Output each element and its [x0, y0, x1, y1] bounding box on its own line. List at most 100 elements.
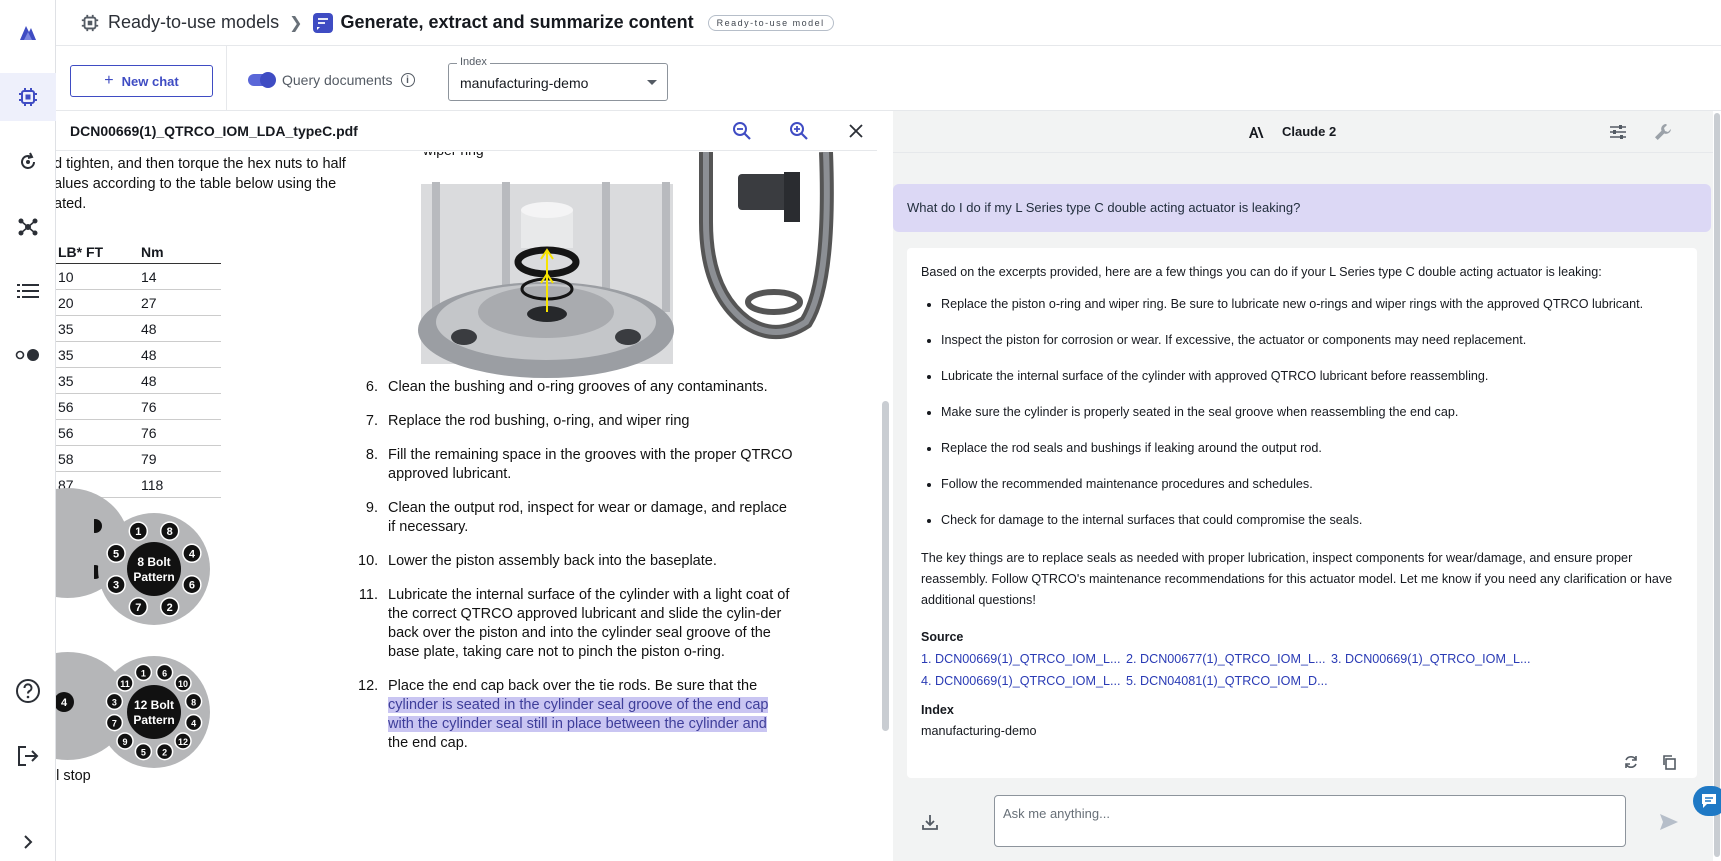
table-row: 35 48: [56, 316, 221, 342]
answer-bullet: Follow the recommended maintenance proce…: [941, 476, 1683, 493]
pdf-viewer: DCN00669(1)_QTRCO_IOM_LDA_typeC.pdf d ti…: [56, 111, 890, 861]
step-item: 9. Clean the output rod, inspect for wear…: [358, 499, 798, 537]
zoom-in-icon[interactable]: [789, 121, 809, 141]
answer-intro: Based on the excerpts provided, here are…: [921, 265, 1602, 279]
app-logo-icon[interactable]: [0, 8, 56, 56]
feedback-button[interactable]: [1693, 786, 1721, 816]
table-cell: 20: [58, 294, 74, 311]
divider: [226, 46, 227, 111]
answer-bullets: Replace the piston o-ring and wiper ring…: [941, 296, 1683, 529]
answer-summary: The key things are to replace seals as n…: [921, 551, 1673, 607]
refresh-icon[interactable]: [0, 138, 56, 186]
send-icon[interactable]: [1659, 813, 1679, 831]
pdf-page[interactable]: d tighten, and then torque the hex nuts …: [56, 152, 877, 861]
source-link[interactable]: 1. DCN00669(1)_QTRCO_IOM_L...: [921, 651, 1126, 668]
chat-input[interactable]: Ask me anything...: [994, 795, 1626, 847]
table-cell: 14: [141, 268, 157, 285]
assistant-answer-card: Based on the excerpts provided, here are…: [907, 248, 1697, 778]
network-icon[interactable]: [0, 203, 56, 251]
chat-model-icon: [312, 12, 333, 33]
table-cell: 35: [58, 346, 74, 363]
close-icon[interactable]: [848, 123, 864, 139]
steps-list: 6. Clean the bushing and o-ring grooves o…: [358, 378, 798, 662]
scrollbar-thumb[interactable]: [882, 401, 889, 731]
plus-icon: +: [104, 72, 114, 89]
column-header: Nm: [141, 243, 164, 260]
bolt-number: 6: [189, 580, 195, 592]
regenerate-icon[interactable]: [1623, 754, 1639, 770]
breadcrumb-root-link[interactable]: Ready-to-use models: [108, 12, 279, 33]
bolt-dot-partial: 4: [56, 692, 74, 712]
model-name: Claude 2: [1282, 124, 1337, 139]
pdf-left-fragment: el stop: [56, 768, 91, 784]
sign-out-icon[interactable]: [0, 732, 56, 780]
answer-actions: [1623, 754, 1677, 770]
source-links: 1. DCN00669(1)_QTRCO_IOM_L... 2. DCN00677…: [921, 651, 1683, 690]
bolt-number: 7: [112, 719, 117, 729]
step-number: 6.: [365, 379, 378, 395]
bolt-pattern-12: 12 BoltPattern 1 6 108 412 2 5 97 311: [98, 656, 210, 768]
copy-icon[interactable]: [1661, 754, 1677, 770]
query-documents-toggle[interactable]: [248, 72, 276, 88]
source-link[interactable]: 4. DCN00669(1)_QTRCO_IOM_L...: [921, 673, 1126, 690]
step-number: 10.: [358, 553, 379, 569]
help-icon[interactable]: [0, 667, 56, 715]
theme-toggle-icon[interactable]: [0, 331, 56, 379]
source-link[interactable]: 5. DCN04081(1)_QTRCO_IOM_D...: [1126, 673, 1331, 690]
wrench-icon[interactable]: [1653, 122, 1673, 142]
caret-down-icon: [647, 80, 657, 85]
table-cell: 27: [141, 294, 157, 311]
step-text: Place the end cap back over the tie rods…: [388, 677, 769, 753]
table-cell: 76: [141, 424, 157, 441]
citation-highlight: cylinder is seated in the cylinder seal …: [388, 697, 769, 713]
step-number: 12.: [358, 678, 379, 694]
bolt-number: 4: [189, 548, 196, 560]
new-chat-button[interactable]: + New chat: [70, 65, 213, 97]
list-icon[interactable]: [0, 267, 56, 315]
step-item: 7. Replace the rod bushing, o-ring, and w…: [358, 412, 798, 431]
pdf-steps: 6. Clean the bushing and o-ring grooves o…: [358, 378, 798, 768]
zoom-out-icon[interactable]: [732, 121, 752, 141]
bolt-number: 4: [61, 697, 68, 709]
info-icon[interactable]: i: [400, 73, 415, 87]
chat-panel: Claude 2 What do I do if my L Series typ…: [893, 111, 1721, 861]
table-cell: 118: [141, 476, 164, 493]
pdf-scrollbar[interactable]: [880, 111, 890, 861]
source-link[interactable]: 3. DCN00669(1)_QTRCO_IOM_L...: [1331, 651, 1536, 668]
table-row: 35 48: [56, 368, 221, 394]
index-select[interactable]: Index manufacturing-demo: [448, 56, 668, 101]
bolt-center: [127, 685, 181, 739]
chat-bubble-icon: [1702, 794, 1716, 808]
table-cell: 79: [141, 450, 157, 467]
answer-bullet: Lubricate the internal surface of the cy…: [941, 368, 1683, 385]
bolt-number: 5: [141, 748, 146, 758]
chat-scrollbar[interactable]: [1713, 111, 1721, 861]
table-cell: 76: [141, 398, 157, 415]
table-cell: 35: [58, 372, 74, 389]
source-link[interactable]: 2. DCN00677(1)_QTRCO_IOM_L...: [1126, 651, 1331, 668]
model-selector[interactable]: Claude 2: [1248, 124, 1336, 139]
step-text: Clean the output rod, inspect for wear o…: [388, 500, 787, 535]
models-chip-icon[interactable]: [0, 73, 56, 121]
torque-table-body: 10 14 20 27 35 48 35 48 35 48 56 76 56 76 58 79 87 118: [56, 264, 221, 498]
bolt-number: 10: [178, 679, 188, 689]
sliders-icon[interactable]: [1609, 123, 1627, 141]
table-row: 56 76: [56, 394, 221, 420]
bolt-number: 12: [178, 737, 188, 747]
download-icon[interactable]: [921, 813, 939, 831]
scrollbar-thumb[interactable]: [1714, 113, 1720, 857]
left-rail: [0, 0, 56, 861]
citation-highlight: with the cylinder seal still in place be…: [388, 716, 767, 732]
bolt-number: 1: [141, 668, 146, 678]
expand-icon[interactable]: [0, 818, 56, 861]
table-cell: 58: [58, 450, 74, 467]
answer-bullet: Make sure the cylinder is properly seate…: [941, 404, 1683, 421]
table-cell: 48: [141, 346, 157, 363]
bolt-pattern-label: Pattern: [133, 713, 174, 727]
table-cell: 48: [141, 372, 157, 389]
bolt-number: 11: [120, 679, 130, 689]
status-badge: Ready-to-use model: [707, 14, 834, 31]
pdf-filename: DCN00669(1)_QTRCO_IOM_LDA_typeC.pdf: [70, 123, 358, 139]
step-number: 9.: [365, 500, 378, 516]
answer-bullet: Inspect the piston for corrosion or wear…: [941, 332, 1683, 349]
